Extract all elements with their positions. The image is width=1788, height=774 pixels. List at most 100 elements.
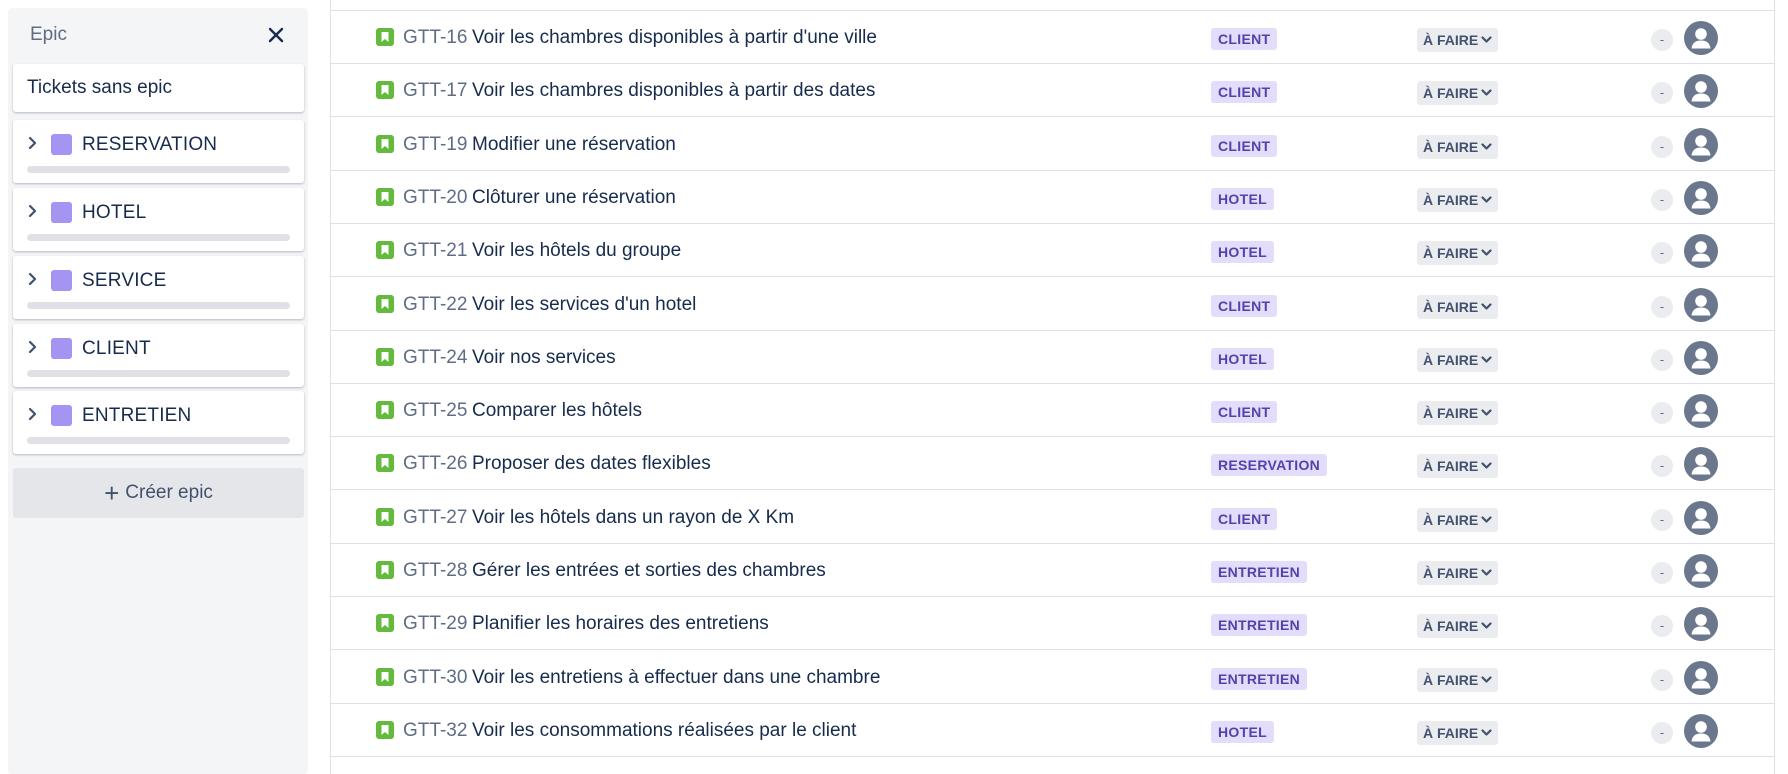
- issue-row[interactable]: GTT-26 Proposer des dates flexibles RESERV…: [331, 437, 1774, 490]
- chevron-right-icon[interactable]: [27, 204, 39, 218]
- estimate-badge[interactable]: -: [1651, 722, 1673, 744]
- issue-key[interactable]: GTT-29: [403, 613, 467, 635]
- epic-lozenge[interactable]: HOTEL: [1211, 721, 1274, 743]
- epic-lozenge[interactable]: ENTRETIEN: [1211, 561, 1308, 583]
- estimate-badge[interactable]: -: [1651, 669, 1673, 691]
- assignee-avatar-icon[interactable]: [1684, 288, 1718, 322]
- epic-lozenge[interactable]: CLIENT: [1211, 508, 1278, 530]
- estimate-badge[interactable]: -: [1651, 615, 1673, 637]
- issue-row[interactable]: GTT-32 Voir les consommations réalisées p…: [331, 704, 1774, 757]
- assignee-avatar-icon[interactable]: [1684, 501, 1718, 535]
- epic-lozenge[interactable]: ENTRETIEN: [1211, 668, 1308, 690]
- issue-key[interactable]: GTT-32: [403, 720, 467, 742]
- status-dropdown[interactable]: À FAIRE: [1417, 135, 1499, 159]
- estimate-badge[interactable]: -: [1651, 562, 1673, 584]
- status-dropdown[interactable]: À FAIRE: [1417, 668, 1499, 692]
- status-dropdown[interactable]: À FAIRE: [1417, 81, 1499, 105]
- issue-row[interactable]: GTT-27 Voir les hôtels dans un rayon de X…: [331, 491, 1774, 544]
- chevron-right-icon[interactable]: [27, 136, 39, 150]
- estimate-badge[interactable]: -: [1651, 296, 1673, 318]
- epic-card-service[interactable]: SERVICE: [13, 256, 304, 319]
- epic-lozenge[interactable]: CLIENT: [1211, 135, 1278, 157]
- status-dropdown[interactable]: À FAIRE: [1417, 28, 1499, 52]
- epic-card-reservation[interactable]: RESERVATION: [13, 120, 304, 183]
- close-icon[interactable]: [266, 25, 286, 45]
- chevron-right-icon[interactable]: [27, 272, 39, 286]
- assignee-avatar-icon[interactable]: [1684, 661, 1718, 695]
- epic-lozenge[interactable]: HOTEL: [1211, 188, 1274, 210]
- chevron-right-icon[interactable]: [27, 407, 39, 421]
- status-dropdown[interactable]: À FAIRE: [1417, 401, 1499, 425]
- estimate-badge[interactable]: -: [1651, 82, 1673, 104]
- epic-lozenge[interactable]: HOTEL: [1211, 348, 1274, 370]
- estimate-badge[interactable]: -: [1651, 402, 1673, 424]
- issue-row[interactable]: GTT-24 Voir nos services HOTEL À FAIRE -: [331, 331, 1774, 384]
- assignee-avatar-icon[interactable]: [1684, 234, 1718, 268]
- issue-key[interactable]: GTT-28: [403, 560, 467, 582]
- status-dropdown[interactable]: À FAIRE: [1417, 295, 1499, 319]
- status-dropdown[interactable]: À FAIRE: [1417, 348, 1499, 372]
- estimate-badge[interactable]: -: [1651, 509, 1673, 531]
- assignee-avatar-icon[interactable]: [1684, 181, 1718, 215]
- issue-row[interactable]: GTT-17 Voir les chambres disponibles à pa…: [331, 64, 1774, 117]
- status-dropdown[interactable]: À FAIRE: [1417, 241, 1499, 265]
- issue-key[interactable]: GTT-24: [403, 347, 467, 369]
- issue-row[interactable]: GTT-28 Gérer les entrées et sorties des c…: [331, 544, 1774, 597]
- issue-row[interactable]: GTT-22 Voir les services d'un hotel CLIENT…: [331, 278, 1774, 331]
- epic-lozenge[interactable]: HOTEL: [1211, 241, 1274, 263]
- issue-row[interactable]: GTT-29 Planifier les horaires des entreti…: [331, 597, 1774, 650]
- estimate-badge[interactable]: -: [1651, 29, 1673, 51]
- epic-lozenge[interactable]: CLIENT: [1211, 295, 1278, 317]
- issue-key[interactable]: GTT-25: [403, 400, 467, 422]
- status-dropdown[interactable]: À FAIRE: [1417, 614, 1499, 638]
- epic-lozenge[interactable]: ENTRETIEN: [1211, 614, 1308, 636]
- issue-summary: Gérer les entrées et sorties des chambre…: [472, 560, 826, 581]
- assignee-avatar-icon[interactable]: [1684, 394, 1718, 428]
- assignee-avatar-icon[interactable]: [1684, 554, 1718, 588]
- status-dropdown[interactable]: À FAIRE: [1417, 508, 1499, 532]
- epic-card-entretien[interactable]: ENTRETIEN: [13, 391, 304, 454]
- status-dropdown[interactable]: À FAIRE: [1417, 561, 1499, 585]
- issue-key[interactable]: GTT-27: [403, 507, 467, 529]
- assignee-avatar-icon[interactable]: [1684, 714, 1718, 748]
- estimate-badge[interactable]: -: [1651, 349, 1673, 371]
- issue-key[interactable]: GTT-21: [403, 240, 467, 262]
- assignee-avatar-icon[interactable]: [1684, 341, 1718, 375]
- issue-key[interactable]: GTT-22: [403, 294, 467, 316]
- issue-key[interactable]: GTT-26: [403, 453, 467, 475]
- epic-lozenge[interactable]: RESERVATION: [1211, 454, 1328, 476]
- status-dropdown[interactable]: À FAIRE: [1417, 188, 1499, 212]
- assignee-avatar-icon[interactable]: [1684, 607, 1718, 641]
- epic-lozenge[interactable]: CLIENT: [1211, 81, 1278, 103]
- issue-key[interactable]: GTT-19: [403, 134, 467, 156]
- issue-row[interactable]: GTT-25 Comparer les hôtels CLIENT À FAIRE -: [331, 384, 1774, 437]
- issue-key[interactable]: GTT-30: [403, 667, 467, 689]
- issue-key[interactable]: GTT-20: [403, 187, 467, 209]
- assignee-avatar-icon[interactable]: [1684, 128, 1718, 162]
- epic-card-hotel[interactable]: HOTEL: [13, 188, 304, 251]
- assignee-avatar-icon[interactable]: [1684, 447, 1718, 481]
- issue-summary: Voir nos services: [472, 347, 616, 368]
- issue-row[interactable]: GTT-21 Voir les hôtels du groupe HOTEL À FA…: [331, 224, 1774, 277]
- assignee-avatar-icon[interactable]: [1684, 74, 1718, 108]
- status-dropdown[interactable]: À FAIRE: [1417, 454, 1499, 478]
- issue-summary: Modifier une réservation: [472, 134, 676, 155]
- issues-without-epic[interactable]: Tickets sans epic: [13, 64, 304, 112]
- issue-row[interactable]: GTT-20 Clôturer une réservation HOTEL À FAI…: [331, 171, 1774, 224]
- issue-row[interactable]: GTT-16 Voir les chambres disponibles à pa…: [331, 11, 1774, 64]
- issue-key[interactable]: GTT-16: [403, 27, 467, 49]
- estimate-badge[interactable]: -: [1651, 455, 1673, 477]
- epic-card-client[interactable]: CLIENT: [13, 324, 304, 387]
- assignee-avatar-icon[interactable]: [1684, 21, 1718, 55]
- epic-lozenge[interactable]: CLIENT: [1211, 28, 1278, 50]
- estimate-badge[interactable]: -: [1651, 242, 1673, 264]
- create-epic-button[interactable]: + Créer epic: [13, 468, 304, 518]
- estimate-badge[interactable]: -: [1651, 136, 1673, 158]
- chevron-right-icon[interactable]: [27, 340, 39, 354]
- epic-lozenge[interactable]: CLIENT: [1211, 401, 1278, 423]
- issue-row[interactable]: GTT-19 Modifier une réservation CLIENT À FA…: [331, 118, 1774, 171]
- status-dropdown[interactable]: À FAIRE: [1417, 721, 1499, 745]
- estimate-badge[interactable]: -: [1651, 189, 1673, 211]
- issue-key[interactable]: GTT-17: [403, 80, 467, 102]
- issue-row[interactable]: GTT-30 Voir les entretiens à effectuer da…: [331, 651, 1774, 704]
